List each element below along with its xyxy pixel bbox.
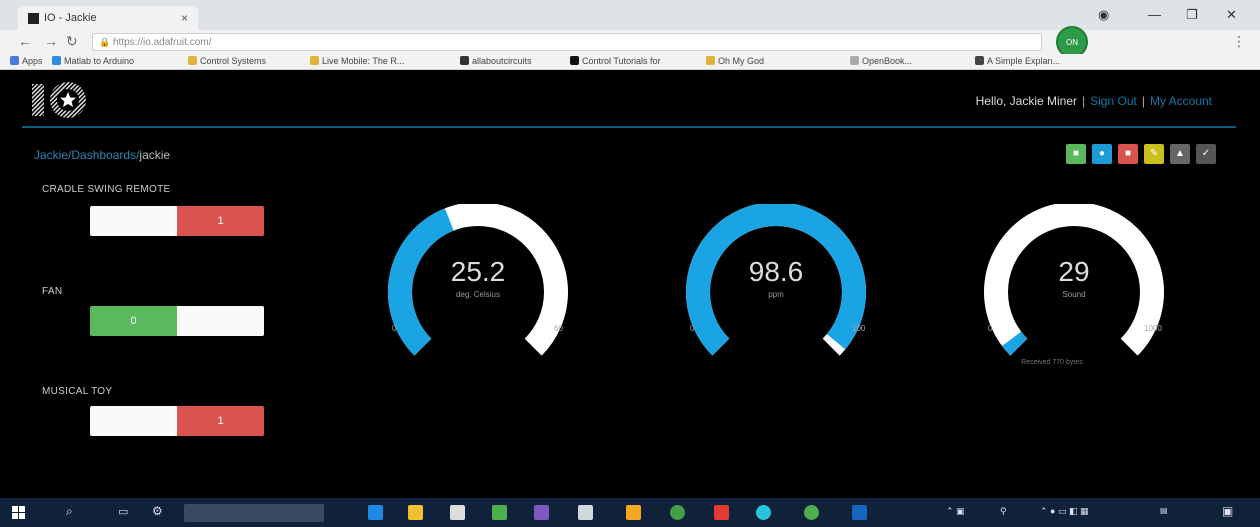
toggle-fan[interactable]: 0 <box>90 306 264 336</box>
gauge-fill <box>1002 331 1028 356</box>
tab-close-icon[interactable]: × <box>181 11 188 25</box>
breadcrumb-current: jackie <box>139 148 171 162</box>
toggle-musical-toy[interactable]: 1 <box>90 406 264 436</box>
gauge-min: 0 <box>392 324 397 333</box>
dashboard-toolbar: ■ ● ■ ✎ ▲ ✓ <box>1066 144 1218 164</box>
gauge-min: 0 <box>690 324 695 333</box>
notification-icon[interactable]: ▣ <box>1222 504 1233 518</box>
toggle-value[interactable]: 1 <box>177 206 264 236</box>
bookmark-item[interactable]: Oh My God <box>706 56 764 66</box>
apps-icon[interactable]: ⚙ <box>152 504 163 518</box>
io-logo-icon[interactable] <box>32 80 122 120</box>
gauge-max: 100 <box>852 324 866 333</box>
gauge-temperature[interactable]: 25.2 deg. Celsius 0 60 <box>378 204 578 364</box>
dashboard-app: Hello, Jackie Miner | Sign Out | My Account … <box>22 70 1236 498</box>
tab-title: IO - Jackie <box>44 12 97 24</box>
bookmark-item[interactable]: Apps <box>10 56 43 66</box>
check-button[interactable]: ✓ <box>1196 144 1216 164</box>
search-icon[interactable]: ⌕ <box>66 504 73 519</box>
toggle-label-musical-toy: MUSICAL TOY <box>42 386 113 397</box>
store-icon[interactable] <box>450 505 465 520</box>
toggle-label-fan: FAN <box>42 286 63 297</box>
taskbar-search-input[interactable] <box>184 504 324 522</box>
delete-button[interactable]: ■ <box>1118 144 1138 164</box>
bookmarks-bar: Apps Matlab to Arduino Control Systems L… <box>0 54 1260 70</box>
bookmark-item[interactable]: allaboutcircuits <box>460 56 532 66</box>
app-icon[interactable] <box>626 505 641 520</box>
toggle-off-side[interactable] <box>90 206 177 236</box>
app-icon[interactable] <box>852 505 867 520</box>
bookmark-item[interactable]: A Simple Explan... <box>975 56 1060 66</box>
gauge-unit: deg. Celsius <box>455 290 501 299</box>
edit-button[interactable]: ✎ <box>1144 144 1164 164</box>
tray-icons[interactable]: ⌃ ● ▭ ◧ ▦ <box>1040 506 1089 517</box>
clock[interactable]: ▤ <box>1160 506 1168 515</box>
bookmark-item[interactable]: Control Tutorials for <box>570 56 661 66</box>
io-favicon-icon <box>28 13 39 24</box>
gauge-max: 60 <box>554 324 563 333</box>
minimize-icon[interactable]: — <box>1148 7 1161 22</box>
app-icon[interactable] <box>492 505 507 520</box>
maximize-icon[interactable]: ❐ <box>1186 7 1198 23</box>
add-block-button[interactable]: ■ <box>1066 144 1086 164</box>
greeting: Hello, Jackie Miner <box>975 94 1078 108</box>
app-icon[interactable] <box>756 505 771 520</box>
toggle-on-side[interactable] <box>177 306 264 336</box>
gauge-sound[interactable]: 29 Sound 0 1000 <box>974 204 1174 364</box>
toggle-value[interactable]: 0 <box>90 306 177 336</box>
menu-icon[interactable]: ⋮ <box>1232 33 1246 50</box>
url-input[interactable]: 🔒 https://io.adafruit.com/ <box>92 33 1042 51</box>
bookmark-item[interactable]: Live Mobile: The R... <box>310 56 404 66</box>
back-icon[interactable]: ← <box>18 33 32 49</box>
system-tray-icon[interactable]: ⌃ ▣ <box>946 506 965 517</box>
edge-icon[interactable] <box>368 505 383 520</box>
breadcrumb-user-link[interactable]: Jackie <box>34 148 68 162</box>
browser-tab[interactable]: IO - Jackie × <box>18 6 198 30</box>
gauge-min: 0 <box>988 324 993 333</box>
gauge-value: 25.2 <box>450 256 506 287</box>
gauge-unit: ppm <box>768 290 784 299</box>
toggle-value[interactable]: 1 <box>177 406 264 436</box>
toggle-off-side[interactable] <box>90 406 177 436</box>
settings-button[interactable]: ● <box>1092 144 1112 164</box>
gauge-unit: Sound <box>1062 290 1086 299</box>
forward-icon[interactable]: → <box>44 33 58 49</box>
gauge-ppm[interactable]: 98.6 ppm 0 100 <box>676 204 876 364</box>
task-view-icon[interactable]: ▭ <box>118 505 128 518</box>
windows-start-icon[interactable] <box>12 506 25 519</box>
sign-out-link[interactable]: Sign Out <box>1090 94 1137 108</box>
user-nav: Hello, Jackie Miner | Sign Out | My Account <box>975 94 1212 108</box>
toggle-label-cradle: CRADLE SWING REMOTE <box>42 184 171 195</box>
lock-button[interactable]: ▲ <box>1170 144 1190 164</box>
gauge-max: 1000 <box>1144 324 1162 333</box>
app-icon[interactable] <box>578 505 593 520</box>
gauge-value: 98.6 <box>748 256 804 287</box>
bookmark-item[interactable]: Matlab to Arduino <box>52 56 134 66</box>
url-text: https://io.adafruit.com/ <box>113 37 212 48</box>
profile-icon[interactable]: ◉ <box>1098 7 1109 23</box>
breadcrumb: Jackie/Dashboards/jackie <box>34 148 170 162</box>
network-icon[interactable]: ⚲ <box>1000 506 1007 517</box>
toggle-cradle-swing[interactable]: 1 <box>90 206 264 236</box>
bookmark-item[interactable]: OpenBook... <box>850 56 912 66</box>
app-icon[interactable] <box>670 505 685 520</box>
app-header: Hello, Jackie Miner | Sign Out | My Account <box>22 70 1236 128</box>
file-explorer-icon[interactable] <box>408 505 423 520</box>
gauge-footnote: Received 770 bytes <box>1021 359 1083 366</box>
bookmark-item[interactable]: Control Systems <box>188 56 266 66</box>
windows-taskbar: ⌕ ▭ ⚙ ⌃ ▣ ⚲ ⌃ ● ▭ ◧ ▦ ▤ ▣ <box>0 498 1260 527</box>
breadcrumb-dashboards-link[interactable]: Dashboards <box>71 148 136 162</box>
visual-studio-icon[interactable] <box>534 505 549 520</box>
close-window-icon[interactable]: ✕ <box>1226 7 1237 23</box>
gauge-value: 29 <box>1058 256 1090 287</box>
reload-icon[interactable]: ↻ <box>66 33 78 50</box>
chrome-icon[interactable] <box>804 505 819 520</box>
app-icon[interactable] <box>714 505 729 520</box>
my-account-link[interactable]: My Account <box>1150 94 1212 108</box>
lock-icon: 🔒 <box>99 37 111 47</box>
